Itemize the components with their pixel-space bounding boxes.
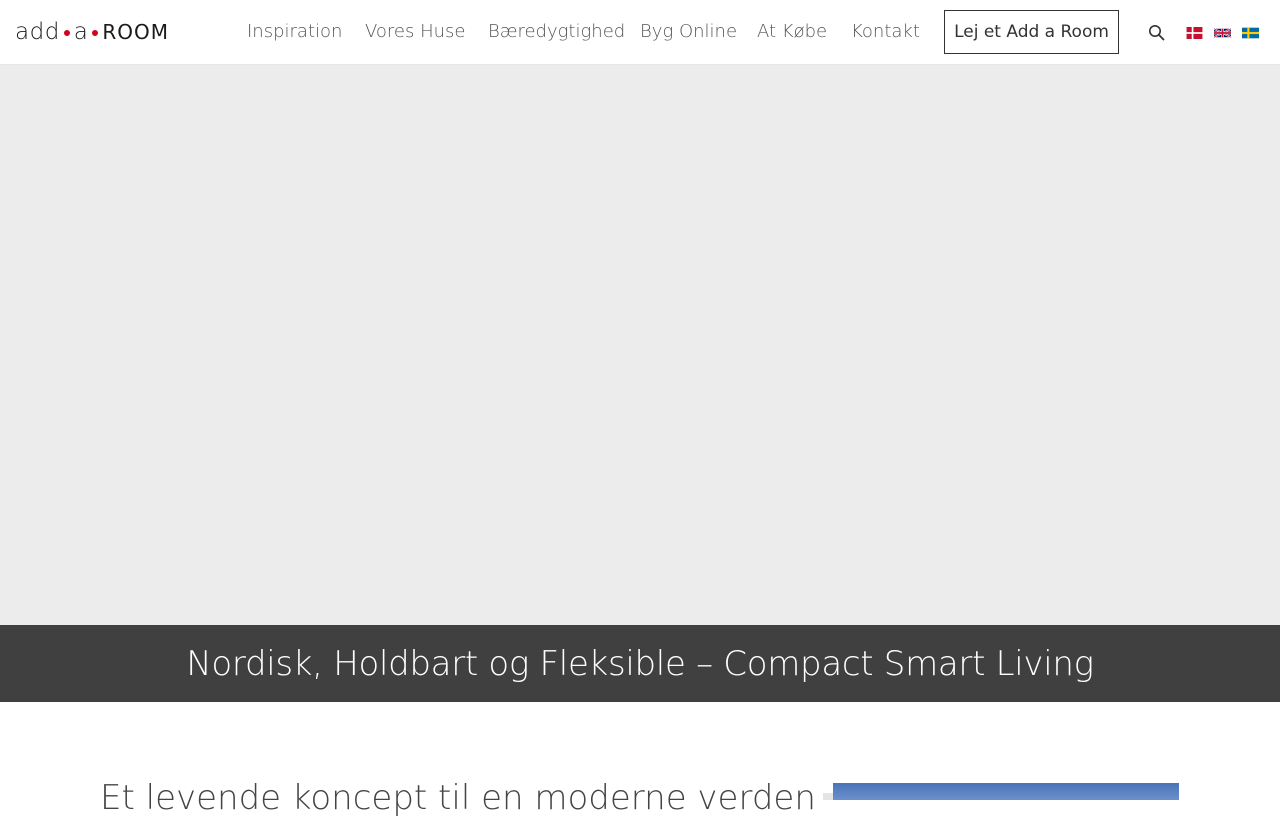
logo-text-add: add [15, 19, 60, 45]
hero-title-band: Nordisk, Holdbart og Fleksible – Compact… [0, 625, 1280, 702]
nav-item-inspiration[interactable]: Inspiration [247, 21, 342, 42]
add-a-room-logo[interactable]: add a ROOM [15, 19, 169, 45]
nav-item-vores-huse[interactable]: Vores Huse [365, 21, 466, 42]
nav-item-at-kobe[interactable]: At Købe [757, 21, 827, 42]
flag-uk-icon[interactable] [1214, 27, 1231, 39]
nav-item-byg-online[interactable]: Byg Online [640, 21, 737, 42]
logo-text-a: a [73, 19, 89, 45]
logo-dot [63, 30, 70, 36]
search-icon[interactable] [1148, 24, 1165, 41]
hero-title: Nordisk, Holdbart og Fleksible – Compact… [186, 643, 1094, 684]
section-image [833, 783, 1179, 800]
logo-dot [92, 30, 99, 36]
flag-denmark-icon[interactable] [1186, 27, 1203, 39]
site-header: add a ROOM Inspiration Vores Huse Bæredy… [0, 0, 1280, 65]
hero-media-placeholder [0, 65, 1280, 625]
rent-add-a-room-button[interactable]: Lej et Add a Room [944, 10, 1119, 54]
flag-sweden-icon[interactable] [1242, 27, 1259, 39]
nav-item-baeredygtighed[interactable]: Bæredygtighed [488, 21, 625, 42]
logo-text-room: ROOM [102, 20, 170, 44]
nav-item-kontakt[interactable]: Kontakt [851, 21, 920, 42]
section-heading: Et levende koncept til en moderne verden [100, 778, 816, 818]
